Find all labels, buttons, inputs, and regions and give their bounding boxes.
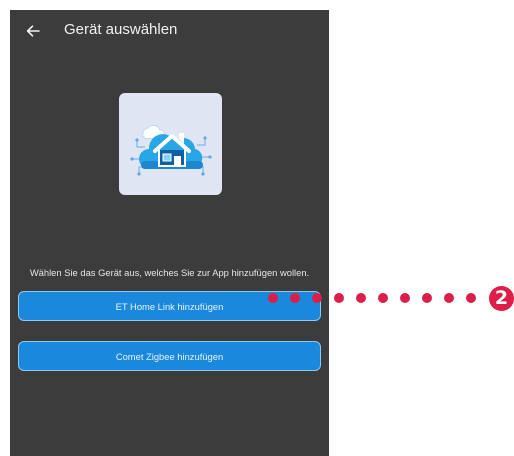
screenshot-canvas: Gerät auswählen Wählen Sie das Gerät aus… (0, 0, 514, 456)
app-screen: Gerät auswählen Wählen Sie das Gerät aus… (10, 10, 329, 456)
add-et-home-link-button[interactable]: ET Home Link hinzufügen (18, 291, 321, 321)
back-button[interactable] (20, 18, 46, 44)
add-comet-zigbee-button[interactable]: Comet Zigbee hinzufügen (18, 341, 321, 371)
device-illustration (119, 93, 222, 195)
smart-home-cloud-icon (130, 124, 212, 176)
arrow-left-icon (26, 25, 40, 37)
instruction-text: Wählen Sie das Gerät aus, welches Sie zu… (29, 267, 310, 278)
callout-number-badge: 2 (489, 286, 514, 311)
page-title: Gerät auswählen (64, 21, 178, 38)
